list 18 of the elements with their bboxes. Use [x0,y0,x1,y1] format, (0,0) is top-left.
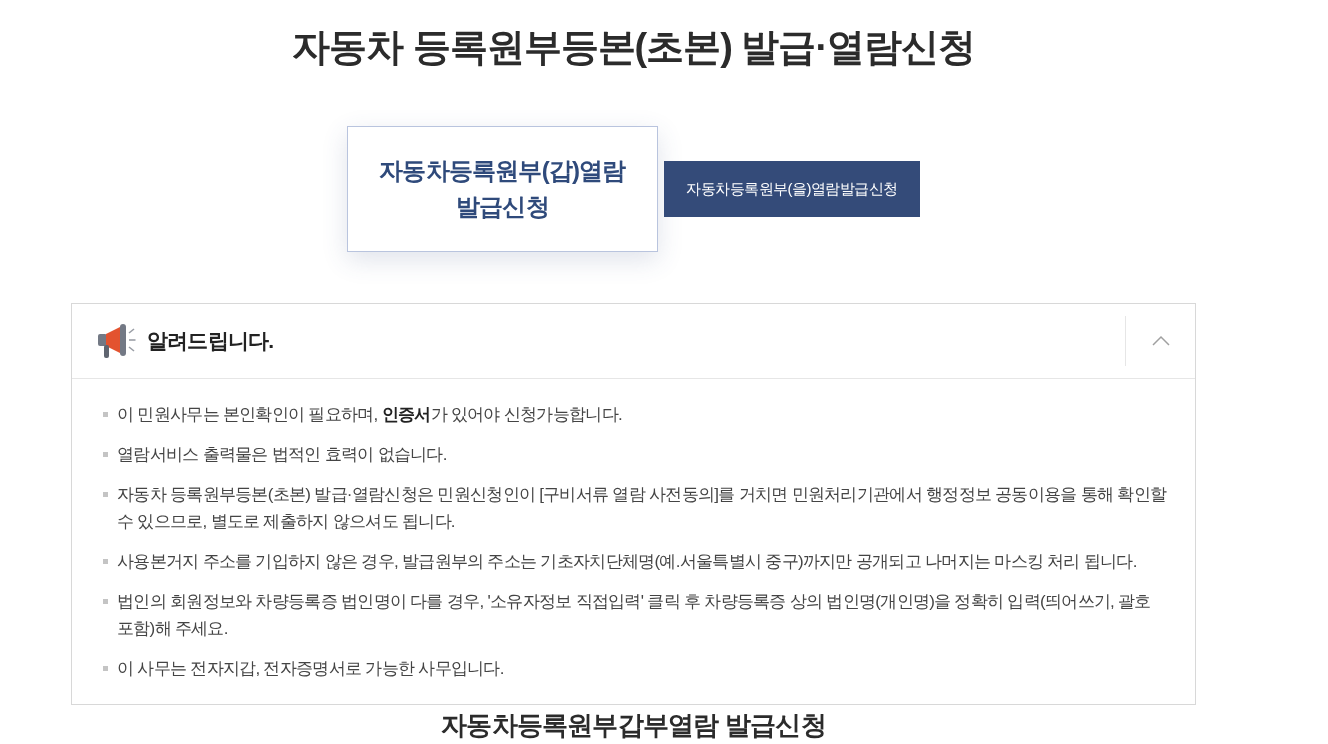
notice-text: 자동차 등록원부등본(초본) 발급·열람신청은 민원신청인이 [구비서류 열람 사전동의]를 거치면 민원처리기관에서 행정정보 공동이용을 통해 확인할 수 있으므로, 별도로 제출하지 않으셔도 됩니다. [117,484,1167,533]
tab[interactable]: 자동차등록원부(갑)열람 발급신청 [347,126,658,252]
page-title: 자동차 등록원부등본(초본) 발급·열람신청 [290,25,977,70]
bullet-icon [103,599,108,604]
notice-title: 알려드립니다. [147,328,274,354]
notice-text: 사용본거지 주소를 기입하지 않은 경우, 발급원부의 주소는 기초자치단체명(예.서울특별시 중구)까지만 공개되고 나머지는 마스킹 처리 됩니다. [117,551,1137,573]
notice-text: 이 사무는 전자지갑, 전자증명서로 가능한 사무입니다. [117,658,504,680]
notice-text: 이 민원사무는 본인확인이 필요하며, 인증서가 있어야 신청가능합니다. [117,404,622,426]
notice-text: 법인의 회원정보와 차량등록증 법인명이 다를 경우, '소유자정보 직접입력' 클릭 후 차량등록증 상의 법인명(개인명)을 정확히 입력(띄어쓰기, 괄호 포함)해 주세요. [117,591,1152,640]
megaphone-icon [97,323,136,359]
notice-text: 열람서비스 출력물은 법적인 효력이 없습니다. [117,444,447,466]
section-title: 자동차등록원부갑부열람 발급신청 [440,710,827,740]
tab[interactable]: 자동차등록원부(을)열람발급신청 [664,161,920,217]
bullet-icon [103,412,108,417]
bullet-icon [103,452,108,457]
bullet-icon [103,666,108,671]
bullet-icon [103,492,108,497]
bullet-icon [103,559,108,564]
